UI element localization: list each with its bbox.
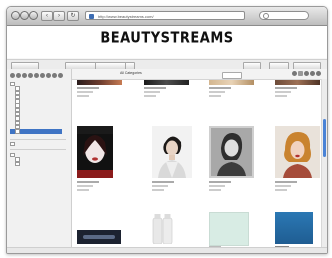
browser-window: ‹ › ↻ http://www.beautystreams.com/ BEAU…	[6, 6, 328, 254]
tool-icon[interactable]	[28, 73, 33, 78]
product-image[interactable]	[150, 212, 176, 244]
tool-icon[interactable]	[46, 73, 51, 78]
zoom-window-button[interactable]	[29, 11, 38, 20]
product-image[interactable]	[275, 126, 320, 178]
folder-icon	[10, 153, 15, 158]
rating-stars[interactable]	[152, 189, 164, 191]
tool-icon[interactable]	[58, 73, 63, 78]
product-image[interactable]	[275, 212, 313, 244]
rating-stars[interactable]	[144, 95, 156, 97]
product-subtitle	[209, 185, 225, 187]
divider	[10, 139, 66, 140]
product-image[interactable]	[77, 126, 113, 178]
browser-search-input[interactable]	[259, 11, 309, 20]
scrollbar-thumb[interactable]	[323, 119, 326, 157]
product-title[interactable]	[209, 87, 231, 89]
product-subtitle	[275, 185, 291, 187]
view-controls	[292, 71, 321, 76]
folder-icon	[10, 82, 15, 87]
product-subtitle	[77, 185, 93, 187]
list-view-icon[interactable]	[298, 71, 303, 76]
content-area: All Categories	[72, 69, 327, 253]
rating-stars[interactable]	[209, 189, 221, 191]
close-window-button[interactable]	[11, 11, 20, 20]
address-bar-text: http://www.beautystreams.com/	[98, 14, 154, 19]
vertical-scrollbar[interactable]	[321, 79, 327, 253]
product-title[interactable]	[209, 181, 231, 183]
favicon-icon	[89, 14, 94, 19]
tool-icon[interactable]	[34, 73, 39, 78]
category-tree	[10, 82, 62, 134]
folder-icon	[15, 129, 20, 134]
product-subtitle	[152, 185, 168, 187]
forward-button[interactable]: ›	[53, 11, 65, 21]
product-title[interactable]	[275, 181, 297, 183]
site-logo[interactable]: BEAUTYSTREAMS	[7, 30, 327, 47]
product-image[interactable]	[209, 212, 249, 246]
product-subtitle	[77, 91, 93, 93]
sidebar	[7, 69, 72, 253]
product-subtitle	[209, 91, 225, 93]
product-image[interactable]	[209, 126, 254, 178]
grid-view-icon[interactable]	[292, 71, 297, 76]
product-subtitle	[144, 91, 160, 93]
secondary-tree	[10, 142, 62, 147]
status-bar	[7, 247, 327, 253]
tree-item[interactable]	[10, 161, 62, 166]
minimize-window-button[interactable]	[20, 11, 29, 20]
rating-stars[interactable]	[275, 189, 287, 191]
product-title[interactable]	[77, 87, 99, 89]
rating-stars[interactable]	[77, 189, 89, 191]
product-image[interactable]	[77, 230, 121, 244]
divider	[10, 149, 66, 150]
search-icon	[263, 13, 269, 19]
tree-folder[interactable]	[10, 142, 62, 147]
product-title[interactable]	[144, 87, 166, 89]
product-title[interactable]	[275, 87, 297, 89]
content-header: All Categories	[72, 69, 327, 80]
product-image[interactable]	[152, 126, 192, 178]
rating-stars[interactable]	[275, 95, 287, 97]
tool-icon[interactable]	[16, 73, 21, 78]
info-icon[interactable]	[310, 71, 315, 76]
tool-icon[interactable]	[22, 73, 27, 78]
settings-icon[interactable]	[316, 71, 321, 76]
product-image[interactable]	[77, 80, 122, 85]
tertiary-tree	[10, 153, 62, 166]
back-button[interactable]: ‹	[41, 11, 53, 21]
product-title[interactable]	[77, 181, 99, 183]
reload-button[interactable]: ↻	[67, 11, 79, 21]
slideshow-icon[interactable]	[304, 71, 309, 76]
section-title: All Categories	[120, 71, 142, 75]
tool-icon[interactable]	[10, 73, 15, 78]
rating-stars[interactable]	[209, 95, 221, 97]
folder-icon	[15, 161, 20, 166]
product-subtitle	[275, 91, 291, 93]
product-image[interactable]	[209, 80, 254, 85]
tool-icon[interactable]	[40, 73, 45, 78]
tool-icon[interactable]	[52, 73, 57, 78]
tree-item-selected[interactable]	[10, 129, 62, 134]
product-image[interactable]	[144, 80, 189, 85]
address-bar[interactable]: http://www.beautystreams.com/	[85, 11, 245, 20]
product-title[interactable]	[152, 181, 174, 183]
site-header: BEAUTYSTREAMS	[7, 26, 327, 69]
browser-titlebar: ‹ › ↻ http://www.beautystreams.com/	[7, 7, 327, 26]
sidebar-tools	[10, 73, 63, 78]
folder-icon	[10, 142, 15, 147]
rating-stars[interactable]	[77, 95, 89, 97]
product-image[interactable]	[275, 80, 320, 85]
sort-dropdown[interactable]	[222, 71, 242, 79]
